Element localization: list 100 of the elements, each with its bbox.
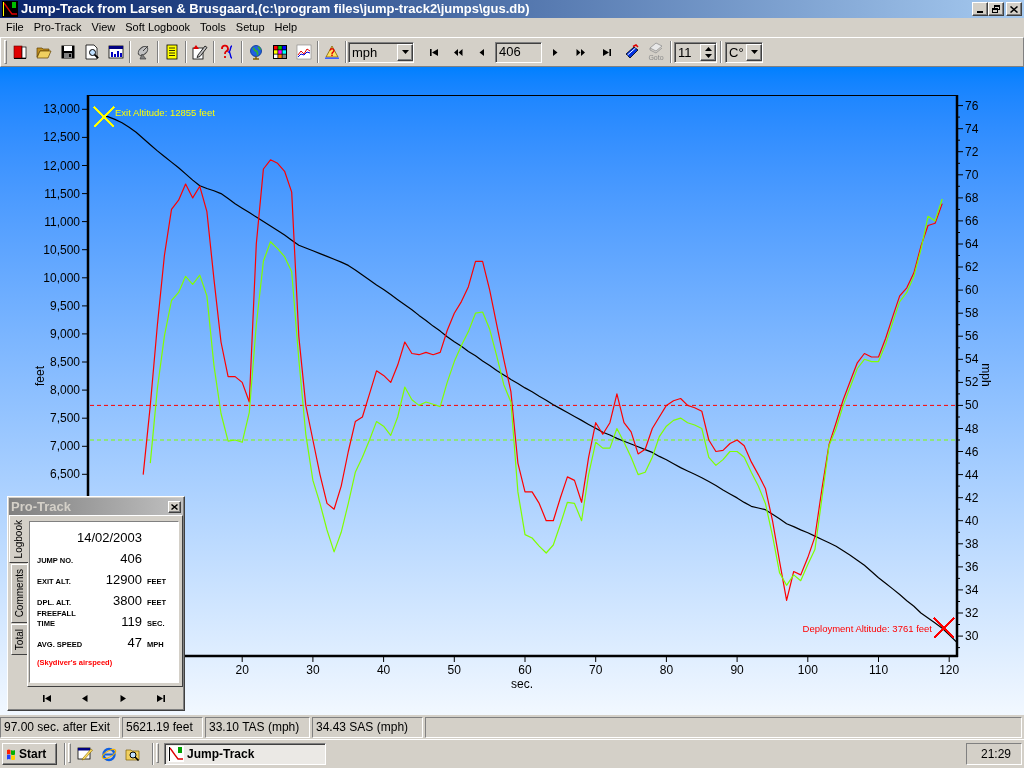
tick-label: 42	[965, 490, 979, 505]
tick-label: 12,000	[43, 158, 80, 173]
skip-start-icon[interactable]	[42, 693, 52, 703]
close-icon	[1010, 5, 1018, 13]
tick-label: 110	[868, 663, 889, 677]
tick-label: 48	[965, 421, 979, 436]
tick-label: 60	[518, 663, 532, 677]
close-icon	[171, 503, 178, 510]
next-icon[interactable]	[118, 693, 128, 703]
magnifier-page-icon[interactable]	[84, 44, 100, 60]
unit-dropdown[interactable]: mph	[348, 41, 414, 63]
field-value: 406	[119, 551, 142, 566]
skip-end-icon[interactable]	[602, 47, 612, 57]
start-button[interactable]: Start	[2, 743, 57, 765]
jump-number-field[interactable]: 406	[495, 41, 542, 63]
restore-button[interactable]	[988, 2, 1004, 16]
status-panel: 97.00 sec. after Exit	[0, 717, 120, 738]
tick-label: 80	[659, 663, 674, 677]
tab[interactable]: Total	[11, 623, 27, 655]
tick-label: 52	[965, 375, 979, 390]
tick-label: 9,000	[49, 326, 80, 341]
tick-label: 10,000	[43, 270, 80, 285]
menu-item[interactable]: View	[86, 19, 121, 36]
tick-label: 58	[965, 306, 979, 321]
axis-title: mph	[979, 363, 993, 387]
taskbar-button[interactable]: Jump-Track	[164, 743, 326, 765]
tick-label: 50	[965, 398, 979, 413]
line-chart-icon[interactable]	[296, 44, 312, 60]
book-icon[interactable]	[12, 44, 28, 60]
help-icon[interactable]	[324, 44, 340, 60]
tick-label: 40	[965, 513, 979, 528]
menu-item[interactable]: File	[1, 19, 29, 36]
menu-item[interactable]: Help	[269, 19, 303, 36]
field-value: 47	[126, 635, 142, 650]
annotation-label: Deployment Altitude: 3761 feet	[802, 622, 932, 634]
close-button[interactable]	[1006, 2, 1022, 16]
tab[interactable]: Comments	[11, 564, 27, 623]
minimize-button[interactable]	[972, 2, 988, 16]
temperature-dropdown[interactable]: C°	[725, 41, 763, 63]
window-icon[interactable]	[108, 44, 124, 60]
skip-start-icon[interactable]	[429, 47, 439, 57]
caret-icon	[401, 50, 409, 54]
tick-label: 30	[306, 663, 320, 677]
tick-label: 50	[447, 663, 461, 677]
spin-arrows-icon	[704, 46, 712, 58]
tick-label: 10,500	[43, 242, 80, 257]
next-icon[interactable]	[550, 47, 560, 57]
status-panel: 33.10 TAS (mph)	[205, 717, 310, 738]
date-text: 14/02/2003	[75, 530, 142, 545]
menu-item[interactable]: Setup	[230, 19, 270, 36]
tick-label: 74	[965, 121, 979, 136]
pencil-page-icon[interactable]	[192, 44, 208, 60]
tick-label: 90	[730, 663, 744, 677]
dropdown-button[interactable]	[746, 43, 762, 61]
status-panel: 34.43 SAS (mph)	[312, 717, 423, 738]
field-value: 3800	[112, 593, 142, 608]
tick-label: 36	[965, 559, 979, 574]
menu-item[interactable]: Tools	[195, 19, 231, 36]
browser-icon[interactable]	[101, 746, 117, 762]
window-title: Jump-Track from Larsen & Brusgaard,(c:\program files\jump-track2\jumps\gus.db)	[21, 1, 530, 17]
tick-label: 68	[965, 190, 979, 205]
tick-label: 34	[965, 582, 979, 597]
spin-button[interactable]	[700, 43, 716, 61]
color-grid-icon[interactable]	[272, 44, 288, 60]
tick-label: 11,500	[44, 186, 80, 201]
spin-field[interactable]: 11	[674, 41, 717, 63]
previous-icon[interactable]	[477, 47, 487, 57]
tick-label: 56	[965, 329, 979, 344]
tick-label: 12,500	[43, 130, 80, 145]
menu-item[interactable]: Pro-Track	[28, 19, 87, 36]
notepad-icon[interactable]	[164, 44, 180, 60]
tick-label: 7,500	[49, 411, 80, 426]
tick-label: 46	[965, 444, 979, 459]
close-button[interactable]	[168, 500, 181, 513]
previous-icon[interactable]	[80, 693, 90, 703]
folder-icon[interactable]	[36, 44, 52, 60]
tick-label: 76	[965, 98, 979, 113]
tick-label: 54	[965, 352, 979, 367]
tab[interactable]: Logbook	[9, 515, 28, 564]
tick-label: 40	[376, 663, 391, 677]
tick-label: 70	[589, 663, 603, 677]
dropdown-button[interactable]	[397, 43, 413, 61]
tick-label: 20	[235, 663, 249, 677]
rewind-icon[interactable]	[453, 47, 463, 57]
tick-label: 120	[939, 663, 960, 677]
tick-label: 64	[965, 237, 979, 251]
tick-label: 11,000	[44, 214, 80, 229]
fast-forward-icon[interactable]	[576, 47, 586, 57]
tick-label: 72	[965, 144, 979, 159]
tick-label: 13,000	[43, 102, 80, 117]
tick-label: 44	[965, 467, 979, 482]
globe-icon[interactable]	[248, 44, 264, 60]
field-value: 12900	[104, 572, 142, 587]
menu-item[interactable]: Soft Logbook	[120, 19, 196, 36]
tilted-book-icon[interactable]	[624, 44, 640, 60]
clock: 21:29	[980, 747, 1011, 761]
desktop-icon[interactable]	[77, 746, 93, 762]
folder-search-icon[interactable]	[125, 746, 141, 762]
tick-label: 66	[965, 213, 979, 228]
skip-end-icon[interactable]	[156, 693, 166, 703]
